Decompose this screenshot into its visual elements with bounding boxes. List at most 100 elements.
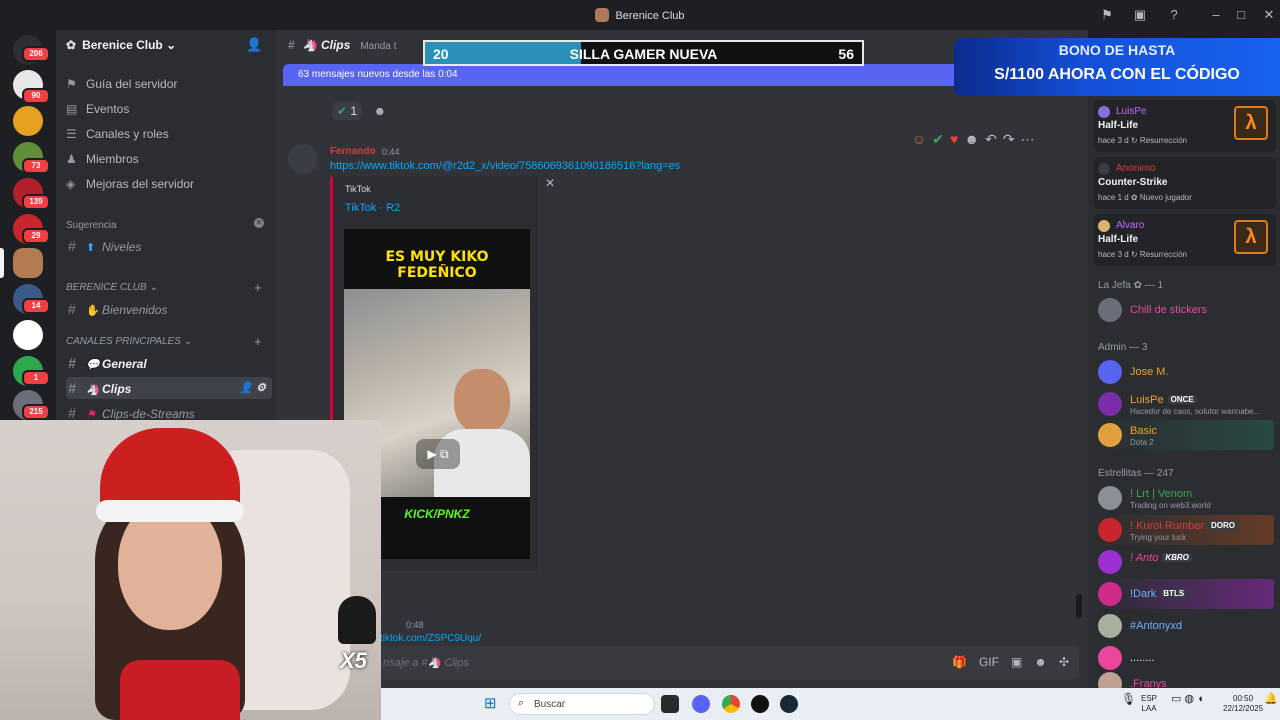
maximize-icon[interactable]: □ [1233,7,1249,23]
server-rail: ☺ 206 90 73 139 29 14 1 215 [0,30,56,420]
member-item[interactable]: Chill de stickers [1098,296,1276,324]
gift-icon[interactable]: 🎁 [952,655,967,669]
activity-user: Anonimo [1116,163,1156,174]
channel-clips[interactable]: # 🦄 Clips 👤 ⚙ [66,377,272,399]
add-reaction-icon[interactable]: ☻ [373,104,386,118]
calendar-icon: ▤ [66,102,78,116]
embed-title[interactable]: TikTok · R2 [345,202,400,214]
member-item[interactable]: Basic Dota 2 [1098,421,1276,449]
sticker-icon[interactable]: ▣ [1011,655,1022,669]
reaction-check[interactable]: ✔ 1 [332,102,363,120]
category-berenice[interactable]: BERENICE CLUB ⌄ [66,282,158,293]
member-item[interactable]: #Antonyxd [1098,612,1276,640]
notification-badge: 1 [22,370,50,386]
window-titlebar: Berenice Club ⚑ ▣ ? – □ ✕ [0,0,1280,30]
task-view-icon[interactable] [661,695,679,713]
category-principales[interactable]: CANALES PRINCIPALES ⌄ [66,336,192,347]
member-name: !Dark [1130,588,1157,600]
apps-icon[interactable]: ✣ [1059,655,1069,669]
avatar[interactable] [288,144,318,174]
member-name: ........ [1130,652,1155,664]
notification-badge: 139 [22,194,50,210]
more-icon[interactable]: ⋯ [1021,131,1035,148]
play-icon[interactable]: ▶ ⧉ [416,439,460,469]
member-item[interactable]: ! Anto KBRO [1098,548,1276,576]
scrollbar[interactable] [1076,594,1082,618]
server-icon[interactable] [13,106,43,136]
windows-start-icon[interactable]: ⊞ [484,696,500,712]
member-status: Dota 2 [1130,438,1154,447]
nav-guide[interactable]: ⚑ Guía del servidor [66,77,177,91]
members-icon: ♟ [66,152,77,166]
reply-icon[interactable]: ↶ [985,131,997,148]
notification-badge: 215 [22,404,50,420]
chrome-icon[interactable] [722,695,740,713]
member-item[interactable]: !Dark BTLS [1098,580,1276,608]
emoji-face-icon[interactable]: ☺ [912,131,926,147]
notifications-icon[interactable]: 🔔 [1264,694,1278,705]
channel-niveles[interactable]: # ⬆ Niveles [66,235,272,257]
channel-settings-icon[interactable]: 👤 ⚙ [239,377,266,399]
steam-icon[interactable] [780,695,798,713]
member-name: Basic [1130,425,1157,437]
activity-card[interactable]: Alvaro Half-Life hace 3 d ↻ Resurrección… [1094,214,1276,266]
emoji-icon[interactable]: ☻ [1034,655,1047,669]
add-channel-icon[interactable]: + [254,280,262,295]
member-item[interactable]: LuisPe ONCE Hacedor de caos, solutor wann… [1098,390,1276,418]
nav-channels-roles[interactable]: ☰ Canales y roles [66,127,169,141]
member-item[interactable]: .Franys [1098,670,1276,688]
message-link[interactable]: tiktok.com/ZSPC9Uqu/ [380,633,481,644]
nav-events[interactable]: ▤ Eventos [66,102,129,116]
new-messages-bar[interactable]: 63 mensajes nuevos desde las 0:04 [283,64,1003,86]
member-item[interactable]: ........ [1098,644,1276,672]
notification-badge: 206 [22,46,50,62]
member-item[interactable]: ! Lrt | Venom Trading on web3.world [1098,484,1276,512]
message-timestamp: 0:48 [406,620,424,630]
avatar [1098,163,1110,175]
invite-icon[interactable]: 👤 [246,37,262,53]
composer-placeholder: nsaje a #🦄 Clips [383,657,469,669]
avatar [1098,646,1122,670]
network-icon[interactable]: ▭ ◍ ◖ [1171,694,1204,705]
message-composer[interactable]: nsaje a #🦄 Clips 🎁 GIF ▣ ☻ ✣ [283,646,1079,680]
help-icon[interactable]: ? [1166,7,1182,23]
close-icon[interactable]: ✕ [545,176,555,190]
nav-members[interactable]: ♟ Miembros [66,152,139,166]
close-icon[interactable]: ✕ [1261,7,1277,23]
wave-icon: ✋ [86,305,100,317]
channel-bienvenidos[interactable]: # ✋ Bienvenidos [66,298,272,320]
check-icon[interactable]: ✔ [932,131,944,148]
mic-icon[interactable]: 🎙 [1121,693,1136,705]
member-item[interactable]: ! Kuroi Rumber DORO Trying your luck [1098,516,1276,544]
forward-icon[interactable]: ↷ [1003,131,1015,148]
avatar [1098,298,1122,322]
server-name[interactable]: ✿ Berenice Club ⌄ [66,38,176,52]
minimize-icon[interactable]: – [1208,7,1224,23]
activity-card[interactable]: LuisPe Half-Life hace 3 d ↻ Resurrección… [1094,100,1276,152]
language-indicator[interactable]: ESP LAA [1141,694,1157,714]
gif-icon[interactable]: GIF [979,655,999,669]
avatar [1098,423,1122,447]
add-channel-icon[interactable]: + [254,334,262,349]
avatar [1098,106,1110,118]
clock[interactable]: 00:50 22/12/2025 [1223,694,1263,714]
activity-card[interactable]: Anonimo Counter-Strike hace 1 d ✿ Nuevo … [1094,157,1276,209]
avatar [1098,582,1122,606]
discord-icon[interactable] [692,695,710,713]
screen-icon[interactable]: ▣ [1132,7,1148,23]
message-link[interactable]: https://www.tiktok.com/@r2d2_x/video/758… [330,160,680,172]
app-icon[interactable] [751,695,769,713]
server-icon-berenice[interactable] [13,248,43,278]
notification-badge: 29 [22,228,50,244]
server-icon-hello-kitty[interactable] [13,320,43,350]
nav-boosts[interactable]: ◈ Mejoras del servidor [66,177,194,191]
heart-icon[interactable]: ♥ [950,131,958,147]
message-author[interactable]: Fernando [330,146,376,157]
channel-general[interactable]: # 💬 General [66,352,272,374]
member-item[interactable]: Jose M. [1098,358,1276,386]
inbox-icon[interactable]: ⚑ [1099,7,1115,23]
add-reaction-icon[interactable]: ☻ [964,131,979,147]
taskbar-search[interactable]: ⌕ Buscar [509,693,655,715]
member-name: ! Kuroi Rumber [1130,520,1204,532]
dismiss-icon[interactable]: ✕ [254,218,264,228]
